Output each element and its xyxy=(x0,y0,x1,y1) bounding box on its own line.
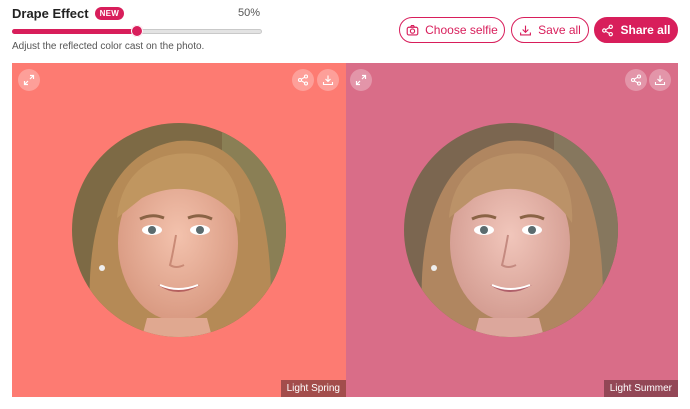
share-icon xyxy=(602,24,614,36)
face-photo-image xyxy=(404,123,618,337)
slider-fill xyxy=(12,29,137,34)
face-photo xyxy=(72,123,286,337)
expand-icon xyxy=(23,74,35,86)
drape-effect-hint: Adjust the reflected color cast on the p… xyxy=(12,41,205,52)
slider-thumb[interactable] xyxy=(131,25,143,37)
choose-selfie-label: Choose selfie xyxy=(425,23,498,37)
download-button[interactable] xyxy=(649,69,671,91)
expand-icon xyxy=(355,74,367,86)
choose-selfie-button[interactable]: Choose selfie xyxy=(399,17,505,43)
save-all-button[interactable]: Save all xyxy=(511,17,589,43)
share-icon xyxy=(630,74,642,86)
season-label: Light Spring xyxy=(280,380,346,397)
face-photo xyxy=(404,123,618,337)
share-all-label: Share all xyxy=(620,23,671,37)
face-photo-image xyxy=(72,123,286,337)
drape-panel-light-spring: Light Spring xyxy=(12,63,346,397)
download-icon xyxy=(322,75,334,86)
share-button[interactable] xyxy=(292,69,314,91)
expand-button[interactable] xyxy=(18,69,40,91)
share-all-button[interactable]: Share all xyxy=(594,17,678,43)
save-all-label: Save all xyxy=(538,23,581,37)
drape-effect-slider[interactable] xyxy=(12,25,262,37)
drape-effect-title: Drape Effect NEW xyxy=(12,6,125,21)
share-icon xyxy=(297,74,309,86)
drape-effect-label: Drape Effect xyxy=(12,6,89,21)
new-badge: NEW xyxy=(94,7,125,20)
season-label: Light Summer xyxy=(603,380,678,397)
drape-panel-light-summer: Light Summer xyxy=(346,63,678,397)
download-button[interactable] xyxy=(317,69,339,91)
expand-button[interactable] xyxy=(350,69,372,91)
share-button[interactable] xyxy=(625,69,647,91)
drape-effect-value: 50% xyxy=(238,7,261,19)
camera-icon xyxy=(406,24,419,36)
download-icon xyxy=(520,25,532,36)
download-icon xyxy=(654,75,666,86)
